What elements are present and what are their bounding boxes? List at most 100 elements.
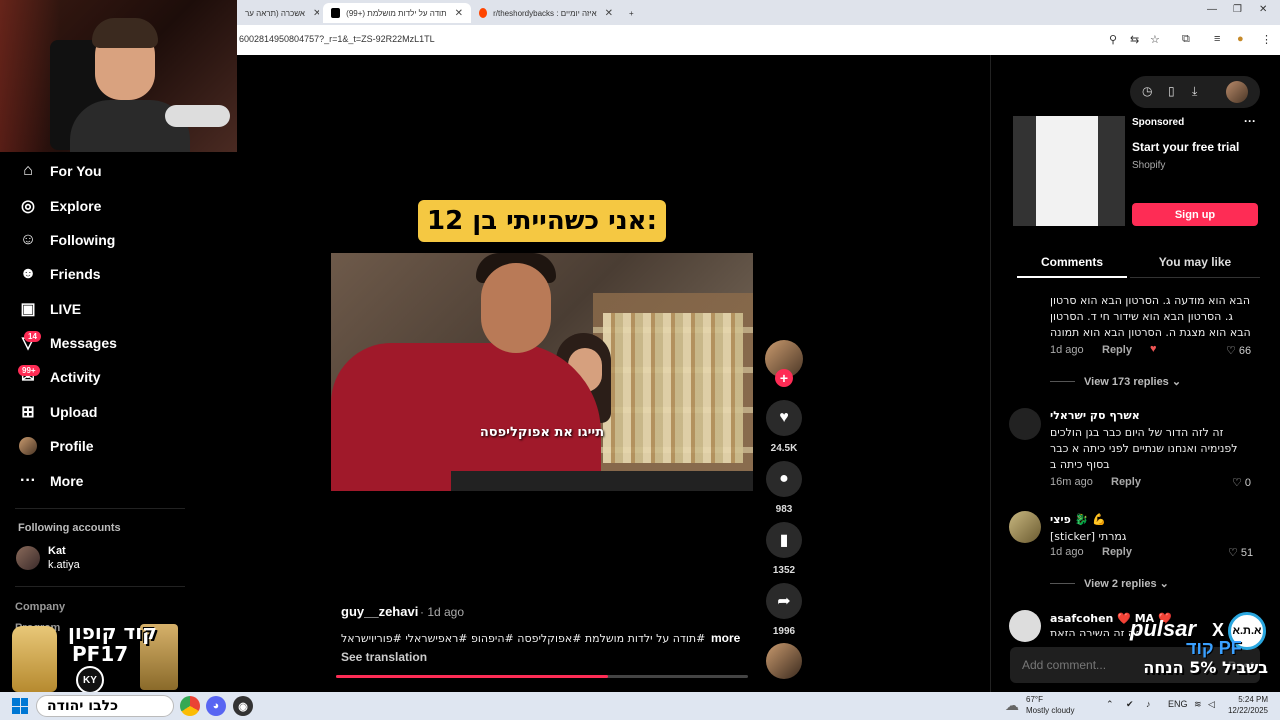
video-frame[interactable]: תייגו את אפוקליפסה bbox=[331, 253, 753, 491]
avatar[interactable] bbox=[1009, 511, 1041, 543]
chrome-icon[interactable] bbox=[180, 696, 200, 716]
divider bbox=[15, 586, 185, 587]
language-indicator[interactable]: ENG bbox=[1168, 699, 1188, 709]
save-button[interactable]: ▮ bbox=[766, 522, 802, 558]
share-button[interactable]: ➦ bbox=[766, 583, 802, 619]
divider bbox=[1050, 583, 1075, 584]
reply-button[interactable]: Reply bbox=[1102, 344, 1132, 356]
webcam-person-hair bbox=[92, 18, 158, 48]
boy-figure bbox=[331, 343, 601, 491]
comment-username[interactable]: אשרף סק ישראלי bbox=[1050, 409, 1140, 422]
following-accounts-title: Following accounts bbox=[18, 522, 121, 534]
extensions-icon[interactable]: ⧉ bbox=[1182, 33, 1190, 46]
close-tab-icon[interactable]: ✕ bbox=[313, 8, 319, 19]
view-replies-button[interactable]: View 2 replies ⌄ bbox=[1084, 577, 1169, 590]
sign-up-button[interactable]: Sign up bbox=[1132, 203, 1258, 226]
tab-you-may-like[interactable]: You may like bbox=[1130, 250, 1260, 278]
sidebar-item-more[interactable]: ··· More bbox=[18, 469, 83, 493]
obs-icon[interactable]: ◉ bbox=[233, 696, 253, 716]
windows-start-icon[interactable] bbox=[12, 698, 28, 714]
avatar[interactable] bbox=[1009, 408, 1041, 440]
like-button[interactable]: ♥ bbox=[766, 400, 802, 436]
browser-tab-active[interactable]: (99+) תודה על ילדות מושלמת ✕ bbox=[323, 3, 471, 23]
follow-plus-icon[interactable]: + bbox=[775, 369, 793, 387]
user-avatar[interactable] bbox=[1226, 81, 1248, 103]
like-count: 66 bbox=[1238, 345, 1252, 357]
sidebar-item-upload[interactable]: ⊞ Upload bbox=[18, 400, 97, 424]
close-tab-icon[interactable]: ✕ bbox=[605, 8, 613, 19]
ad-thumbnail[interactable] bbox=[1013, 116, 1125, 226]
media-control-icon[interactable]: ≡ bbox=[1214, 33, 1220, 45]
minimize-icon[interactable]: — bbox=[1207, 4, 1217, 15]
reply-button[interactable]: Reply bbox=[1111, 476, 1141, 488]
video-author[interactable]: guy__zehavi bbox=[341, 604, 418, 619]
comment-like[interactable]: ♡ 0 bbox=[1232, 476, 1251, 489]
browser-tab[interactable]: אשכרה (תראה ער ✕ bbox=[237, 3, 319, 23]
browser-menu-icon[interactable]: ⋮ bbox=[1261, 33, 1272, 46]
sidebar-item-label: More bbox=[50, 473, 84, 489]
video-caption-banner: אני כשהייתי בן 12: bbox=[418, 200, 666, 242]
sidebar-item-friends[interactable]: ☻ Friends bbox=[18, 262, 101, 286]
cast-icon[interactable]: ⇆ bbox=[1130, 33, 1139, 46]
webcam-microphone bbox=[165, 105, 230, 127]
activity-badge: 99+ bbox=[18, 365, 40, 376]
address-bar: 6002814950804757?_r=1&_t=ZS-92R22MzL1TL … bbox=[237, 25, 1280, 55]
sidebar-item-for-you[interactable]: ⌂ For You bbox=[18, 159, 101, 183]
bookmark-star-icon[interactable]: ☆ bbox=[1150, 33, 1160, 46]
taskbar-search[interactable]: כלבו יהודה bbox=[36, 695, 174, 717]
sidebar-item-profile[interactable]: Profile bbox=[18, 434, 94, 458]
view-replies-label: View 2 replies bbox=[1084, 578, 1157, 590]
music-disc-icon[interactable] bbox=[766, 643, 802, 679]
phone-icon[interactable]: ▯ bbox=[1168, 84, 1175, 98]
taskbar: כלבו יהודה ◕ ◉ ☁ 67°F Mostly cloudy ⌃ ✔ … bbox=[0, 692, 1280, 720]
tab-comments[interactable]: Comments bbox=[1017, 250, 1127, 278]
volume-icon[interactable]: ◁ bbox=[1208, 699, 1215, 710]
download-icon[interactable]: ⤓ bbox=[1192, 84, 1197, 99]
company-link[interactable]: Company bbox=[15, 601, 65, 613]
see-translation-link[interactable]: See translation bbox=[341, 650, 427, 664]
desk bbox=[451, 471, 753, 491]
promo-code: PF17 bbox=[72, 642, 129, 666]
sidebar-item-label: Friends bbox=[50, 266, 101, 282]
account-handle: k.atiya bbox=[48, 559, 80, 571]
heart-outline-icon: ♡ bbox=[1228, 547, 1241, 559]
sidebar-item-explore[interactable]: ◎ Explore bbox=[18, 194, 101, 218]
microphone-icon[interactable]: ♪ bbox=[1146, 699, 1151, 709]
sidebar-item-following[interactable]: ☺ Following bbox=[18, 228, 116, 252]
speed-icon[interactable]: ◷ bbox=[1142, 84, 1152, 98]
promo-title: קוד קופון bbox=[68, 620, 157, 644]
ad-options-icon[interactable]: ··· bbox=[1244, 114, 1256, 128]
close-window-icon[interactable]: ✕ bbox=[1259, 4, 1267, 15]
browser-tab[interactable]: r/theshordybacks : איזה יומיים ✕ bbox=[471, 3, 621, 23]
new-tab-button[interactable]: + bbox=[621, 3, 641, 23]
tray-app-icon[interactable]: ✔ bbox=[1126, 699, 1134, 710]
zoom-icon[interactable]: ⚲ bbox=[1109, 33, 1117, 46]
comment-like[interactable]: ♡ 66 bbox=[1226, 344, 1251, 357]
profile-icon[interactable]: ● bbox=[1237, 33, 1244, 45]
maximize-icon[interactable]: ❐ bbox=[1233, 4, 1242, 15]
tray-chevron-icon[interactable]: ⌃ bbox=[1106, 699, 1114, 710]
sidebar-item-label: Upload bbox=[50, 404, 98, 420]
more-button[interactable]: more bbox=[711, 631, 740, 645]
clock-date[interactable]: 12/22/2025 bbox=[1226, 706, 1268, 715]
clock-time[interactable]: 5:24 PM bbox=[1236, 695, 1268, 704]
wifi-icon[interactable]: ≋ bbox=[1194, 699, 1202, 710]
sidebar-item-label: Following bbox=[50, 232, 116, 248]
url-field[interactable]: 6002814950804757?_r=1&_t=ZS-92R22MzL1TL bbox=[239, 34, 435, 44]
comment-text: זה לזה הדור של היום כבר בגן הולכים לפנימ… bbox=[1050, 426, 1238, 471]
share-arrow-icon: ➦ bbox=[777, 593, 791, 610]
view-replies-button[interactable]: View 173 replies ⌄ bbox=[1084, 375, 1181, 388]
boy-head bbox=[481, 263, 551, 353]
sidebar-item-live[interactable]: ▣ LIVE bbox=[18, 297, 81, 321]
discord-icon[interactable]: ◕ bbox=[206, 696, 226, 716]
avatar[interactable] bbox=[1009, 610, 1041, 642]
reply-button[interactable]: Reply bbox=[1102, 546, 1132, 558]
comment-button[interactable]: ● bbox=[766, 461, 802, 497]
comment-like[interactable]: ♡ 51 bbox=[1228, 546, 1253, 559]
following-account-item[interactable]: Kat k.atiya bbox=[16, 544, 80, 572]
compass-icon: ◎ bbox=[21, 198, 35, 215]
divider bbox=[15, 508, 185, 509]
comment-username[interactable]: פיצי 🐉 💪 bbox=[1050, 513, 1106, 526]
close-tab-icon[interactable]: ✕ bbox=[455, 8, 463, 19]
weather-desc: Mostly cloudy bbox=[1026, 706, 1075, 715]
